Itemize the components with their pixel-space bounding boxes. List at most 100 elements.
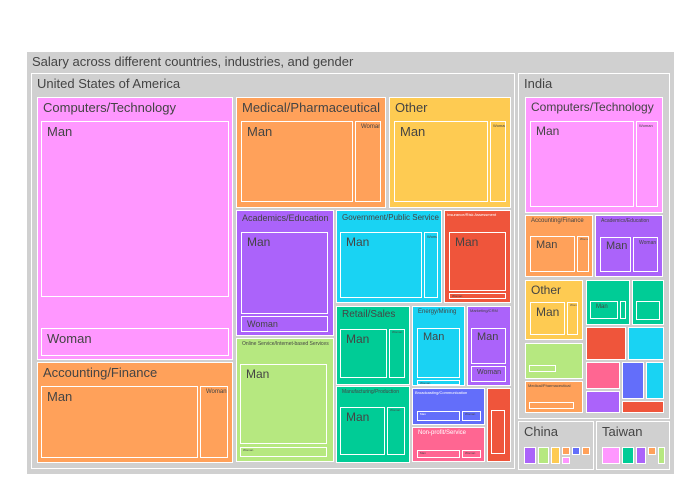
node-label: Man <box>346 410 370 424</box>
gender-united-states-of-america-united-states-of-america-insurance-risk-assessment-man[interactable]: Man <box>449 232 506 291</box>
node-label: Woman <box>427 234 437 239</box>
gender-india-india-accounting-finance-man[interactable]: Man <box>530 236 575 272</box>
industry-taiwan-taiwan-unlabeled[interactable] <box>602 447 620 464</box>
gender-united-states-of-america-united-states-of-america-academics-education-man[interactable]: Man <box>241 232 328 314</box>
node-label: Man <box>596 304 608 310</box>
node-label: India <box>524 76 553 91</box>
gender-india-india-other-woman[interactable]: Woman <box>567 302 578 335</box>
gender-united-states-of-america-united-states-of-america-non-profit-service-woman[interactable]: Woman <box>462 450 481 458</box>
node-label: Man <box>346 332 370 346</box>
node-label: Man <box>246 367 270 381</box>
industry-china-china-unlabeled[interactable] <box>562 457 570 464</box>
gender-india-india-computers-technology-woman[interactable]: Woman <box>636 121 658 207</box>
gender-india-india-unlabeled-unlabeled[interactable] <box>529 365 556 372</box>
industry-china-china-unlabeled[interactable] <box>572 447 580 455</box>
node-label: Accounting/Finance <box>43 365 158 380</box>
industry-taiwan-taiwan-unlabeled[interactable] <box>658 447 665 464</box>
node-label: Government/Public Service <box>342 213 439 222</box>
industry-india-india-unlabeled[interactable] <box>646 362 664 399</box>
industry-china-china-unlabeled[interactable] <box>551 447 560 464</box>
node-label: Man <box>247 235 271 249</box>
gender-united-states-of-america-united-states-of-america-computers-technology-man[interactable]: Man <box>41 121 229 297</box>
gender-india-india-academics-education-woman[interactable]: Woman <box>633 237 658 272</box>
gender-united-states-of-america-united-states-of-america-broadcasting-communication-woman[interactable]: Woman <box>462 411 481 421</box>
industry-india-india-unlabeled[interactable] <box>628 327 664 360</box>
gender-united-states-of-america-united-states-of-america-academics-education-woman[interactable]: Woman <box>241 316 328 332</box>
gender-united-states-of-america-united-states-of-america-marketing-crm-woman[interactable]: Woman <box>471 366 506 382</box>
gender-united-states-of-america-united-states-of-america-broadcasting-communication-man[interactable]: Man <box>417 411 460 421</box>
gender-united-states-of-america-united-states-of-america-retail-sales-woman[interactable]: Woman <box>389 329 405 378</box>
industry-china-china-unlabeled[interactable] <box>562 447 570 455</box>
node-label: Woman <box>243 448 254 452</box>
node-label: Man <box>400 124 426 139</box>
gender-india-india-medical-pharmaceutical-unlabeled[interactable] <box>529 402 574 409</box>
node-label: Woman <box>361 124 381 130</box>
gender-united-states-of-america-united-states-of-america-manufacturing-production-man[interactable]: Man <box>340 407 385 455</box>
gender-united-states-of-america-united-states-of-america-government-public-service-woman[interactable]: Woman <box>424 232 438 298</box>
gender-united-states-of-america-united-states-of-america-marketing-crm-man[interactable]: Man <box>471 328 506 364</box>
industry-india-india-unlabeled[interactable] <box>586 391 620 413</box>
node-label: Man <box>420 412 426 416</box>
gender-india-india-unlabeled-unlabeled[interactable] <box>620 301 626 319</box>
node-label: Man <box>423 331 445 343</box>
industry-taiwan-taiwan-unlabeled[interactable] <box>622 447 634 464</box>
node-label: Woman <box>493 123 506 128</box>
node-label: Woman <box>392 330 403 334</box>
node-label: Insurance/Risk Assessment <box>447 212 497 217</box>
gender-united-states-of-america-united-states-of-america-unlabeled-unlabeled[interactable] <box>491 410 505 454</box>
gender-united-states-of-america-united-states-of-america-government-public-service-man[interactable]: Man <box>340 232 422 298</box>
node-label: China <box>524 424 558 439</box>
node-label: Man <box>455 235 479 249</box>
industry-india-india-unlabeled[interactable] <box>622 362 644 399</box>
gender-united-states-of-america-united-states-of-america-energy-mining-woman[interactable]: Woman <box>417 380 460 385</box>
gender-india-india-unlabeled-man[interactable]: Man <box>590 301 618 319</box>
industry-india-india-unlabeled[interactable] <box>525 343 583 379</box>
gender-united-states-of-america-united-states-of-america-accounting-finance-man[interactable]: Man <box>41 386 198 458</box>
gender-united-states-of-america-united-states-of-america-medical-pharmaceutical-man[interactable]: Man <box>241 121 353 202</box>
node-label: Man <box>477 331 499 343</box>
gender-united-states-of-america-united-states-of-america-online-service-internet-based-services-man[interactable]: Man <box>240 364 327 444</box>
node-label: Broadcasting/Communication <box>415 390 468 395</box>
node-label: Woman <box>206 389 227 395</box>
gender-united-states-of-america-united-states-of-america-manufacturing-production-woman[interactable]: Woman <box>387 407 405 455</box>
node-label: Other <box>395 100 428 115</box>
gender-india-india-unlabeled-unlabeled[interactable] <box>636 301 660 320</box>
gender-india-india-computers-technology-man[interactable]: Man <box>530 121 634 207</box>
gender-united-states-of-america-united-states-of-america-computers-technology-woman[interactable]: Woman <box>41 328 229 356</box>
node-label: Marketing/CRM <box>470 308 498 313</box>
gender-united-states-of-america-united-states-of-america-energy-mining-man[interactable]: Man <box>417 328 460 378</box>
node-label: Woman <box>580 237 589 241</box>
chart-title: Salary across different countries, indus… <box>32 54 354 69</box>
node-label: Woman <box>639 123 653 128</box>
gender-united-states-of-america-united-states-of-america-insurance-risk-assessment-woman[interactable]: Woman <box>449 293 506 299</box>
industry-taiwan-taiwan-unlabeled[interactable] <box>636 447 646 464</box>
industry-china-china-unlabeled[interactable] <box>524 447 536 464</box>
node-label: Woman <box>452 294 463 298</box>
gender-united-states-of-america-united-states-of-america-other-man[interactable]: Man <box>394 121 488 202</box>
node-label: Medical/Pharmaceutical <box>528 383 571 388</box>
gender-india-india-accounting-finance-woman[interactable]: Woman <box>577 236 589 272</box>
node-label: Academics/Education <box>601 218 650 224</box>
node-label: Medical/Pharmaceutical <box>242 100 381 115</box>
node-label: Woman <box>420 381 431 385</box>
node-label: Woman <box>570 303 577 307</box>
gender-united-states-of-america-united-states-of-america-other-woman[interactable]: Woman <box>490 121 506 202</box>
node-label: Non-profit/Service <box>418 430 467 436</box>
industry-india-india-unlabeled[interactable] <box>622 401 664 413</box>
gender-united-states-of-america-united-states-of-america-accounting-finance-woman[interactable]: Woman <box>200 386 228 458</box>
industry-india-india-unlabeled[interactable] <box>586 362 620 389</box>
industry-china-china-unlabeled[interactable] <box>538 447 549 464</box>
gender-india-india-other-man[interactable]: Man <box>530 302 565 335</box>
gender-united-states-of-america-united-states-of-america-medical-pharmaceutical-woman[interactable]: Woman <box>355 121 381 202</box>
gender-india-india-academics-education-man[interactable]: Man <box>600 237 631 272</box>
gender-united-states-of-america-united-states-of-america-retail-sales-man[interactable]: Man <box>340 329 387 378</box>
node-label: Online Service/Internet-based Services <box>242 341 329 347</box>
node-label: Man <box>420 451 426 455</box>
gender-united-states-of-america-united-states-of-america-non-profit-service-man[interactable]: Man <box>417 450 460 458</box>
industry-india-india-unlabeled[interactable] <box>586 327 626 360</box>
node-label: Man <box>536 124 560 138</box>
industry-taiwan-taiwan-unlabeled[interactable] <box>648 447 656 455</box>
node-label: Man <box>346 235 370 249</box>
gender-united-states-of-america-united-states-of-america-online-service-internet-based-services-woman[interactable]: Woman <box>240 447 327 457</box>
industry-china-china-unlabeled[interactable] <box>582 447 590 455</box>
